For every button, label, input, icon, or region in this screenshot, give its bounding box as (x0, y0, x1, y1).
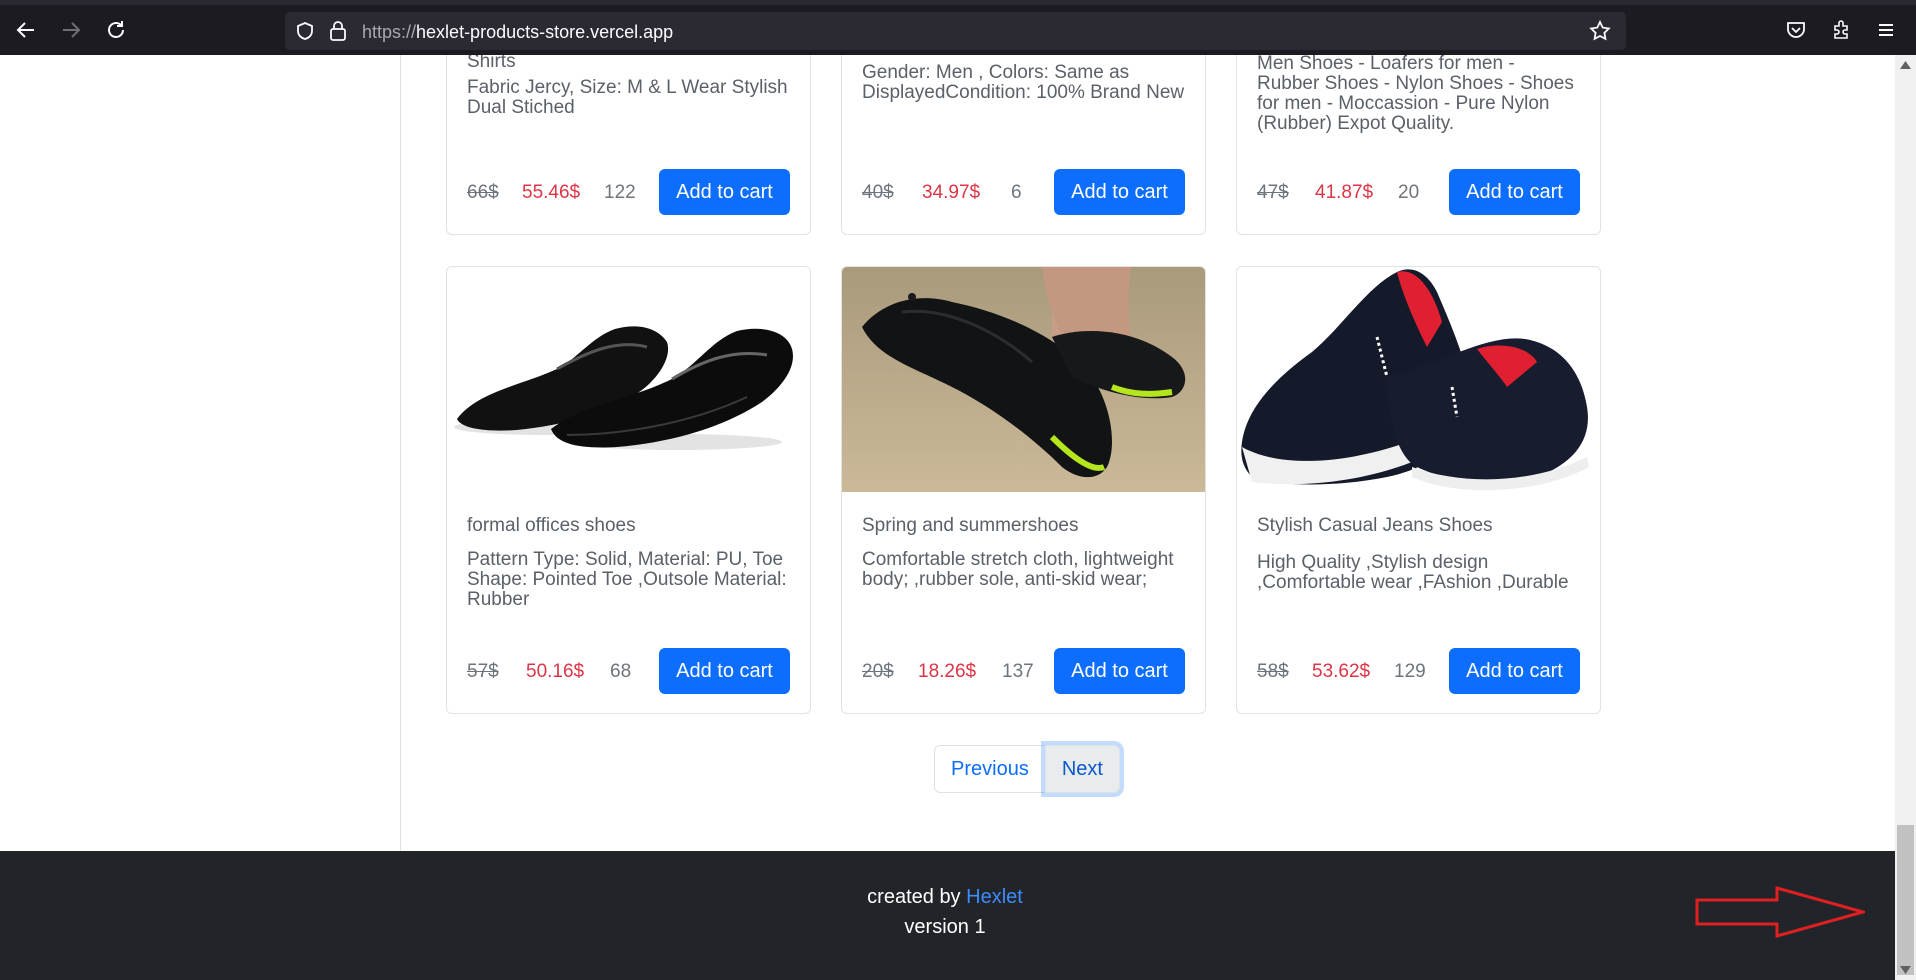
pagination: Previous Next (934, 745, 1120, 795)
product-description: Fabric Jercy, Size: M & L Wear Stylish D… (467, 77, 788, 118)
old-price: 20$ (862, 661, 894, 682)
url-text[interactable]: https://hexlet-products-store.vercel.app (362, 22, 673, 43)
url-bar[interactable]: https://hexlet-products-store.vercel.app (285, 12, 1626, 50)
add-to-cart-button[interactable]: Add to cart (659, 648, 790, 694)
menu-icon[interactable] (1873, 17, 1899, 43)
product-image-jeans-shoes[interactable] (1237, 267, 1600, 492)
forward-arrow-icon[interactable] (58, 17, 84, 43)
pocket-icon[interactable] (1783, 17, 1809, 43)
add-to-cart-button[interactable]: Add to cart (1449, 648, 1580, 694)
hexlet-link[interactable]: Hexlet (966, 886, 1023, 908)
product-card: formal offices shoes Pattern Type: Solid… (446, 266, 811, 714)
product-title: formal offices shoes (467, 515, 636, 536)
add-to-cart-button[interactable]: Add to cart (659, 169, 790, 215)
product-description: High Quality ,Stylish design ,Comfortabl… (1257, 552, 1569, 593)
back-arrow-icon[interactable] (13, 17, 39, 43)
product-description: Pattern Type: Solid, Material: PU, Toe S… (467, 549, 787, 610)
add-to-cart-button[interactable]: Add to cart (1449, 169, 1580, 215)
old-price: 58$ (1257, 661, 1289, 682)
product-card: Spring and summershoes Comfortable stret… (841, 266, 1206, 714)
stock-quantity: 6 (1011, 182, 1022, 203)
browser-toolbar: https://hexlet-products-store.vercel.app (0, 0, 1916, 55)
old-price: 57$ (467, 661, 499, 682)
footer: created by Hexlet version 1 (0, 851, 1895, 980)
product-image-spring-shoes[interactable] (842, 267, 1205, 492)
price-row: 20$ 18.26$ 137 Add to cart (862, 648, 1185, 694)
price-row: 47$ 41.87$ 20 Add to cart (1257, 169, 1580, 215)
bookmark-star-icon[interactable] (1589, 19, 1611, 47)
product-card: Gender: Men , Colors: Same as DisplayedC… (841, 55, 1206, 235)
product-image-formal-shoes[interactable] (447, 267, 810, 492)
sidebar-divider (400, 55, 401, 851)
product-description: Comfortable stretch cloth, lightweight b… (862, 549, 1174, 590)
price-row: 40$ 34.97$ 6 Add to cart (862, 169, 1185, 215)
product-description: Men Shoes - Loafers for men - Rubber Sho… (1257, 55, 1574, 134)
previous-page-button[interactable]: Previous (934, 745, 1046, 793)
next-page-button[interactable]: Next (1044, 745, 1120, 793)
discount-price: 50.16$ (526, 661, 585, 682)
price-row: 66$ 55.46$ 122 Add to cart (467, 169, 790, 215)
add-to-cart-button[interactable]: Add to cart (1054, 169, 1185, 215)
footer-version: version 1 (904, 916, 986, 938)
product-title: Stylish Casual Jeans Shoes (1257, 515, 1493, 536)
stock-quantity: 68 (610, 661, 632, 682)
product-card: Men Shoes - Loafers for men - Rubber Sho… (1236, 55, 1601, 235)
url-scheme: https:// (362, 22, 417, 42)
product-card: Shirts Fabric Jercy, Size: M & L Wear St… (446, 55, 811, 235)
stock-quantity: 20 (1398, 182, 1420, 203)
product-title: Spring and summershoes (862, 515, 1079, 536)
scroll-down-icon[interactable] (1900, 966, 1911, 974)
reload-icon[interactable] (103, 17, 129, 43)
discount-price: 53.62$ (1312, 661, 1371, 682)
product-title: Shirts (467, 55, 516, 72)
old-price: 66$ (467, 182, 499, 203)
page-viewport: Shirts Fabric Jercy, Size: M & L Wear St… (0, 55, 1895, 980)
scroll-up-icon[interactable] (1900, 61, 1911, 69)
discount-price: 34.97$ (922, 182, 981, 203)
footer-created-by: created by (867, 886, 961, 908)
annotation-arrow-icon (1695, 886, 1865, 938)
product-description: Gender: Men , Colors: Same as DisplayedC… (862, 62, 1185, 103)
price-row: 58$ 53.62$ 129 Add to cart (1257, 648, 1580, 694)
product-card: Stylish Casual Jeans Shoes High Quality … (1236, 266, 1601, 714)
price-row: 57$ 50.16$ 68 Add to cart (467, 648, 790, 694)
vertical-scrollbar[interactable] (1895, 55, 1916, 980)
old-price: 47$ (1257, 182, 1289, 203)
scrollbar-thumb[interactable] (1897, 825, 1914, 975)
url-host: hexlet-products-store.vercel.app (416, 22, 674, 42)
stock-quantity: 129 (1394, 661, 1426, 682)
discount-price: 41.87$ (1315, 182, 1374, 203)
discount-price: 18.26$ (918, 661, 977, 682)
stock-quantity: 122 (604, 182, 636, 203)
old-price: 40$ (862, 182, 894, 203)
discount-price: 55.46$ (522, 182, 581, 203)
stock-quantity: 137 (1002, 661, 1034, 682)
extensions-icon[interactable] (1828, 17, 1854, 43)
footer-credit: created by Hexlet (0, 886, 1890, 909)
lock-icon[interactable] (328, 20, 348, 47)
shield-icon[interactable] (295, 21, 315, 46)
add-to-cart-button[interactable]: Add to cart (1054, 648, 1185, 694)
